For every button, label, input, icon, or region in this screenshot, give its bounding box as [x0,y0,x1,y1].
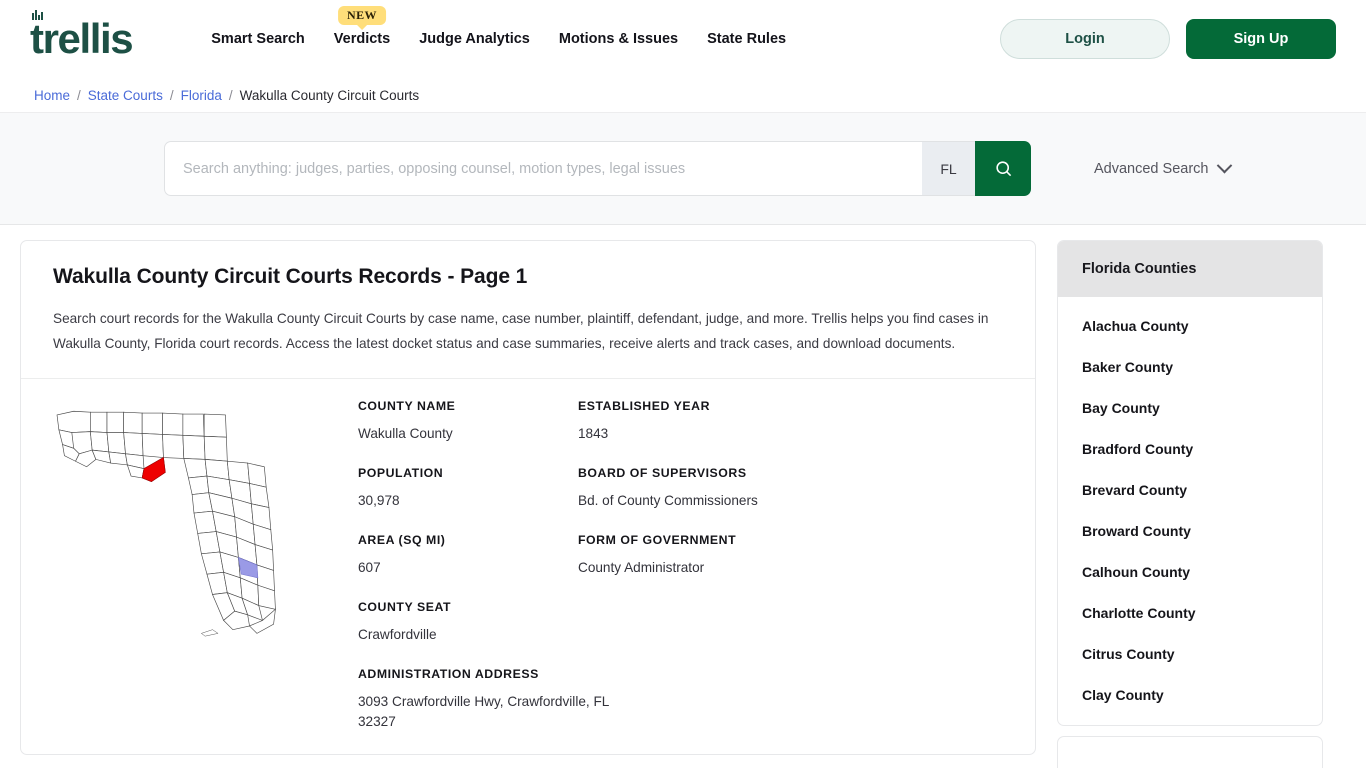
page-title: Wakulla County Circuit Courts Records - … [53,265,528,288]
search-section: FL Advanced Search [0,112,1366,225]
sidebar-item-bay-county[interactable]: Bay County [1058,387,1322,428]
fields-left: COUNTY NAME Wakulla County POPULATION 30… [358,399,609,754]
sidebar-item-alachua-county[interactable]: Alachua County [1058,305,1322,346]
nav-label: Verdicts [333,31,391,47]
site-header: trellis Smart Search NEW Verdicts Judge … [0,0,1366,78]
county-records-card: Wakulla County Circuit Courts Records - … [20,240,1036,755]
main-nav: Smart Search NEW Verdicts Judge Analytic… [211,6,786,47]
sidebar-item-broward-county[interactable]: Broward County [1058,510,1322,551]
florida-county-map [53,402,285,638]
sidebar-item-clay-county[interactable]: Clay County [1058,674,1322,715]
nav-item-judge-analytics[interactable]: Judge Analytics [419,31,530,47]
breadcrumb-separator: / [228,87,233,103]
nav-label: Judge Analytics [419,31,530,47]
breadcrumb-item-state-courts[interactable]: State Courts [88,88,163,103]
florida-map-svg [56,410,276,637]
advanced-search-toggle[interactable]: Advanced Search [1094,157,1233,177]
field-established-year: ESTABLISHED YEAR 1843 [578,399,798,444]
logo-tower-icon [32,10,43,20]
search-submit-button[interactable] [975,141,1031,196]
field-area: AREA (SQ MI) 607 [358,533,578,578]
highlighted-county [141,457,166,482]
field-county-name: COUNTY NAME Wakulla County [358,399,578,444]
field-board-of-supervisors: BOARD OF SUPERVISORS Bd. of County Commi… [578,466,798,511]
field-value: County Administrator [578,560,705,575]
trellis-logo[interactable]: trellis [30,10,134,62]
field-label: ADMINISTRATION ADDRESS [358,667,539,681]
state-selector[interactable]: FL [922,141,975,196]
sidebar-title: Florida Counties [1058,241,1322,297]
field-label: COUNTY NAME [358,399,456,413]
fields-columns: COUNTY NAME Wakulla County POPULATION 30… [306,399,1003,754]
field-value: 30,978 [358,493,400,508]
field-label: COUNTY SEAT [358,600,452,614]
breadcrumb-separator: / [169,87,174,103]
field-label: BOARD OF SUPERVISORS [578,466,747,480]
field-label: POPULATION [358,466,444,480]
new-badge: NEW [338,6,386,26]
sidebar-item-baker-county[interactable]: Baker County [1058,346,1322,387]
field-value: 3093 Crawfordville Hwy, Crawfordville, F… [358,694,609,729]
field-value: Wakulla County [358,426,453,441]
sidebar-item-calhoun-county[interactable]: Calhoun County [1058,551,1322,592]
field-value: Bd. of County Commissioners [578,493,758,508]
field-form-of-government: FORM OF GOVERNMENT County Administrator [578,533,798,578]
field-county-seat: COUNTY SEAT Crawfordville [358,600,578,645]
field-value: 1843 [578,426,609,441]
page-content: Wakulla County Circuit Courts Records - … [0,225,1366,768]
florida-counties-card: Florida Counties Alachua County Baker Co… [1057,240,1323,726]
nav-item-motions-issues[interactable]: Motions & Issues [559,31,678,47]
logo-text: trellis [30,15,134,62]
breadcrumb-item-florida[interactable]: Florida [181,88,222,103]
search-input[interactable] [164,141,922,196]
field-population: POPULATION 30,978 [358,466,578,511]
field-value: 607 [358,560,381,575]
nav-label: Motions & Issues [558,31,679,47]
login-button[interactable]: Login [1000,19,1170,59]
fields-right: ESTABLISHED YEAR 1843 BOARD OF SUPERVISO… [578,399,798,754]
breadcrumb-item-home[interactable]: Home [34,88,70,103]
sidebar-secondary-card [1057,736,1323,768]
nav-item-smart-search[interactable]: Smart Search [211,31,305,47]
breadcrumb: Home / State Courts / Florida / Wakulla … [0,78,1366,112]
field-label: ESTABLISHED YEAR [578,399,711,413]
field-label: FORM OF GOVERNMENT [578,533,737,547]
breadcrumb-separator: / [77,87,81,103]
search-icon [995,161,1011,177]
breadcrumb-item-current: Wakulla County Circuit Courts [239,87,420,103]
nav-item-state-rules[interactable]: State Rules [707,31,786,47]
nav-label: Smart Search [211,31,305,47]
nav-label: State Rules [707,31,787,47]
county-details: COUNTY NAME Wakulla County POPULATION 30… [21,379,1035,754]
page-description: Search court records for the Wakulla Cou… [53,311,989,351]
search-bar: FL [164,141,1031,196]
county-list: Alachua County Baker County Bay County B… [1058,297,1322,725]
sidebar: Florida Counties Alachua County Baker Co… [1057,240,1323,768]
sidebar-item-citrus-county[interactable]: Citrus County [1058,633,1322,674]
chevron-down-icon [1217,157,1233,174]
field-value: Crawfordville [358,627,437,642]
nav-item-verdicts[interactable]: NEW Verdicts [333,6,391,47]
field-administration-address: ADMINISTRATION ADDRESS 3093 Crawfordvill… [358,667,609,732]
advanced-search-label: Advanced Search [1094,160,1209,177]
field-label: AREA (SQ MI) [358,533,446,547]
sidebar-item-bradford-county[interactable]: Bradford County [1058,428,1322,469]
signup-button[interactable]: Sign Up [1186,19,1336,59]
map-column [53,399,306,754]
sidebar-item-brevard-county[interactable]: Brevard County [1058,469,1322,510]
sidebar-item-charlotte-county[interactable]: Charlotte County [1058,592,1322,633]
card-header: Wakulla County Circuit Courts Records - … [21,241,1035,378]
header-actions: Login Sign Up [1000,19,1336,59]
